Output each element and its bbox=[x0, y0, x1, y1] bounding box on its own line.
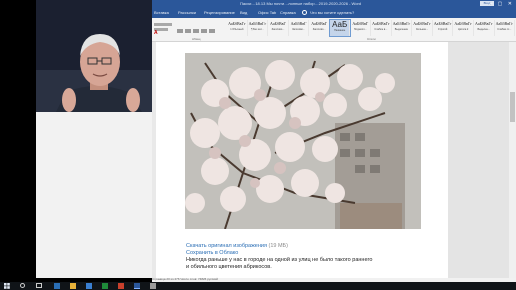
style-item[interactable]: АаБбВвГ Заголово... bbox=[268, 20, 289, 36]
presenter-video bbox=[36, 0, 154, 112]
scroll-thumb[interactable] bbox=[510, 92, 515, 122]
paragraph-line-2: и обильного цветения абрикосов. bbox=[186, 264, 272, 270]
style-item[interactable]: АаБбВвГг Слабая сс... bbox=[495, 20, 516, 36]
tab-mailings[interactable]: Рассылки bbox=[178, 9, 196, 17]
window-title: Пасхи…18.13 Мы почти…лонные набор…2019-2… bbox=[240, 1, 362, 6]
bullets-icon[interactable] bbox=[177, 29, 183, 33]
style-item[interactable]: АаБбВвГг Выделен... bbox=[474, 20, 495, 36]
styles-group-label: Стили bbox=[367, 37, 376, 41]
app-icon[interactable] bbox=[118, 283, 124, 289]
word-taskbar-icon[interactable] bbox=[134, 283, 140, 289]
apricot-blossom-photo[interactable] bbox=[185, 53, 421, 229]
style-item[interactable]: АаБбВвГ Подзагол... bbox=[350, 20, 372, 36]
vertical-scrollbar[interactable] bbox=[509, 42, 516, 278]
title-bar: Пасхи…18.13 Мы почти…лонные набор…2019-2… bbox=[152, 0, 516, 8]
search-icon bbox=[302, 10, 307, 15]
tab-review[interactable]: Рецензирование bbox=[204, 9, 235, 17]
paragraph-group bbox=[176, 21, 224, 51]
save-to-cloud-link[interactable]: Сохранить в Облако bbox=[186, 250, 238, 257]
multilevel-icon[interactable] bbox=[193, 29, 199, 33]
tab-insert[interactable]: Вставка bbox=[154, 9, 169, 17]
download-original-link[interactable]: Скачать оригинал изображения (19 МБ) bbox=[186, 243, 288, 250]
app-icon[interactable] bbox=[102, 283, 108, 289]
ribbon-tabs: Вставка Рассылки Рецензирование Вид Офис… bbox=[152, 8, 516, 18]
paragraph-group-label: Абзац bbox=[192, 37, 201, 41]
search-taskbar-icon[interactable] bbox=[20, 283, 25, 288]
indent-icon[interactable] bbox=[201, 29, 207, 33]
ribbon-home: A Абзац АаБбВвГг 1 Обычный АаБбВвГг ¶ Без … bbox=[152, 18, 516, 51]
style-item[interactable]: АаБбВвГ Заголово... bbox=[289, 20, 310, 36]
webcam-backdrop bbox=[36, 112, 152, 278]
font-group: A bbox=[154, 21, 174, 39]
style-item[interactable]: АаБбВвГг Цитата 2 bbox=[453, 20, 474, 36]
style-item[interactable]: АаБбВвГг ¶ Без инт... bbox=[248, 20, 269, 36]
download-link-text[interactable]: Скачать оригинал изображения bbox=[186, 243, 267, 249]
window-controls[interactable]: – ▢ ✕ bbox=[490, 0, 514, 8]
tell-me-search[interactable]: Что вы хотите сделать? bbox=[310, 9, 354, 17]
explorer-icon[interactable] bbox=[70, 283, 76, 289]
style-item[interactable]: АаБбВвГ Заголово... bbox=[309, 20, 330, 36]
style-item[interactable]: АаБбВвГг 1 Обычный bbox=[227, 20, 248, 36]
mail-icon[interactable] bbox=[86, 283, 92, 289]
style-item[interactable]: АаБбВвГг Строгий bbox=[433, 20, 454, 36]
edge-icon[interactable] bbox=[54, 283, 60, 289]
style-item-selected[interactable]: АаБ Название bbox=[328, 19, 352, 37]
sort-icon[interactable] bbox=[209, 29, 215, 33]
style-item[interactable]: АаБбВвГг Выделение bbox=[392, 20, 413, 36]
photo-image bbox=[185, 53, 421, 229]
paragraph-line-1: Никогда раньше у нас в городе на одной и… bbox=[186, 257, 373, 263]
numbering-icon[interactable] bbox=[185, 29, 191, 33]
task-view-icon[interactable] bbox=[36, 283, 42, 288]
styles-gallery: АаБбВвГг 1 Обычный АаБбВвГг ¶ Без инт... А… bbox=[227, 19, 516, 37]
style-item[interactable]: АаБбВвГг Слабое в... bbox=[371, 20, 392, 36]
webcam-overlay bbox=[36, 0, 154, 112]
tab-office-tab[interactable]: Офис Tab bbox=[258, 9, 276, 17]
taskbar bbox=[0, 282, 516, 290]
font-color-icon[interactable]: A bbox=[154, 30, 158, 36]
tab-view[interactable]: Вид bbox=[240, 9, 247, 17]
tab-help[interactable]: Справка bbox=[280, 9, 296, 17]
style-item[interactable]: АаБбВвГг Сильное... bbox=[412, 20, 433, 36]
file-size: (19 МБ) bbox=[268, 243, 288, 249]
windows-start-icon[interactable] bbox=[4, 283, 10, 289]
app-icon[interactable] bbox=[150, 283, 156, 289]
